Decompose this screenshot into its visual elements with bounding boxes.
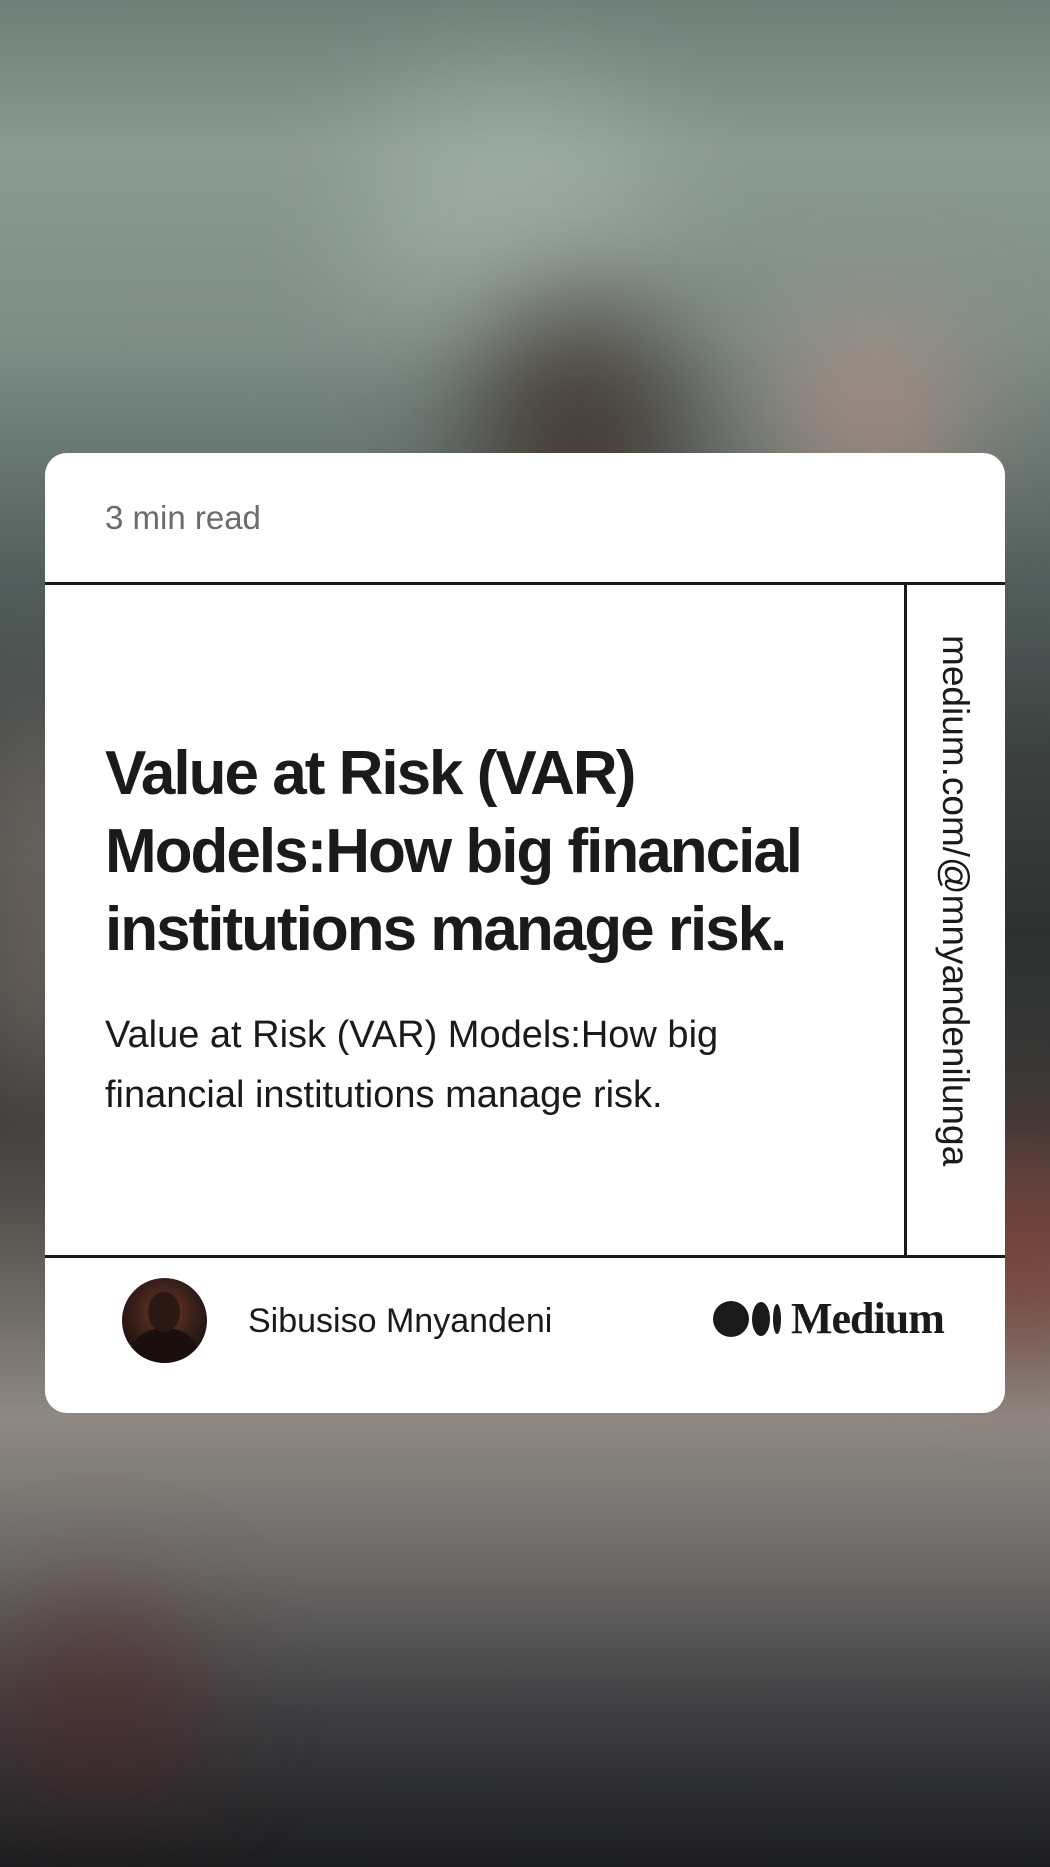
story-content: Value at Risk (VAR) Models:How big finan… xyxy=(45,585,907,1255)
story-subtitle: Value at Risk (VAR) Models:How big finan… xyxy=(105,1014,719,1116)
card-body: Value at Risk (VAR) Models:How big finan… xyxy=(45,585,1005,1255)
brand-name: Medium xyxy=(791,1294,945,1343)
author-name[interactable]: Sibusiso Mnyandeni xyxy=(248,1301,552,1341)
profile-url[interactable]: medium.com/@mnyandenilunga xyxy=(929,635,981,1166)
card-footer: Sibusiso Mnyandeni Medium xyxy=(45,1255,1005,1413)
profile-url-column: medium.com/@mnyandenilunga xyxy=(907,585,1005,1255)
story-title[interactable]: Value at Risk (VAR) Models:How big finan… xyxy=(105,735,825,969)
author-avatar[interactable] xyxy=(122,1278,207,1363)
story-card[interactable]: 3 min read Value at Risk (VAR) Models:Ho… xyxy=(45,453,1005,1413)
medium-logo-icon xyxy=(713,1301,781,1337)
medium-logo[interactable]: Medium xyxy=(713,1294,945,1343)
card-header: 3 min read xyxy=(45,453,1005,585)
read-time: 3 min read xyxy=(105,499,261,536)
